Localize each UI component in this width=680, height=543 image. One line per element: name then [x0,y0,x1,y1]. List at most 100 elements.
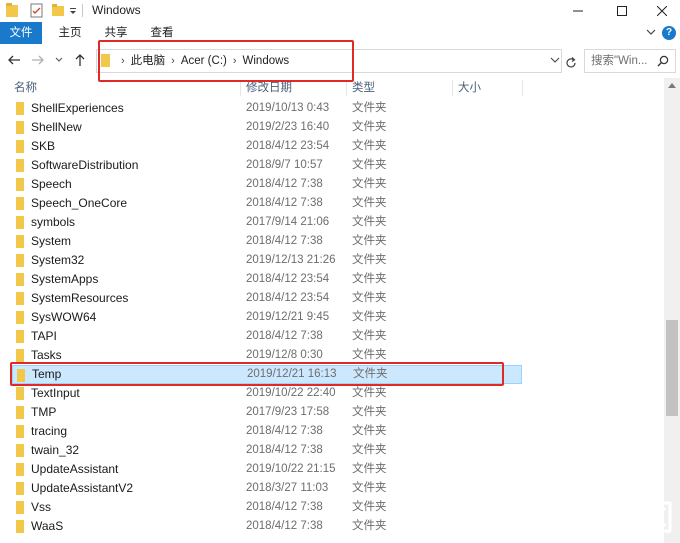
list-item[interactable]: Vss 2018/4/12 7:38 文件夹 [12,498,522,517]
file-date: 2019/10/13 0:43 [246,102,330,114]
column-type[interactable]: 类型 [352,78,375,98]
help-icon[interactable]: ? [662,26,676,40]
file-type: 文件夹 [352,121,387,133]
folder-icon [16,311,24,324]
folder-icon [16,330,24,343]
close-button[interactable] [644,0,680,22]
up-arrow-icon[interactable] [72,52,88,68]
breadcrumb-this-pc[interactable]: 此电脑 [131,50,166,72]
list-item[interactable]: symbols 2017/9/14 21:06 文件夹 [12,213,522,232]
file-name: Vss [31,500,52,514]
column-divider[interactable] [522,80,523,96]
file-type: 文件夹 [352,159,387,171]
folder-icon [16,425,24,438]
tab-file[interactable]: 文件 [0,22,42,44]
file-name: Speech_OneCore [31,196,128,210]
tab-home[interactable]: 主页 [52,22,88,44]
file-type: 文件夹 [352,102,387,114]
list-item[interactable]: WaaS 2018/4/12 7:38 文件夹 [12,517,522,536]
file-name: SoftwareDistribution [31,158,139,172]
list-item[interactable]: tracing 2018/4/12 7:38 文件夹 [12,422,522,441]
column-date[interactable]: 修改日期 [246,78,292,98]
file-name: TMP [31,405,57,419]
recent-locations-icon[interactable] [54,52,64,68]
list-item[interactable]: ShellExperiences 2019/10/13 0:43 文件夹 [12,99,522,118]
search-input[interactable]: 搜索"Win... [584,49,676,73]
back-arrow-icon[interactable] [6,52,22,68]
scrollbar-thumb[interactable] [666,320,678,416]
folder-icon [17,369,25,382]
column-size[interactable]: 大小 [458,78,481,98]
list-item[interactable]: ShellNew 2019/2/23 16:40 文件夹 [12,118,522,137]
file-date: 2018/4/12 7:38 [246,444,323,456]
file-type: 文件夹 [352,482,387,494]
list-item[interactable]: System32 2019/12/13 21:26 文件夹 [12,251,522,270]
expand-ribbon-icon[interactable] [644,25,658,39]
list-item-selected[interactable]: Temp 2019/12/21 16:13 文件夹 [12,365,522,384]
file-type: 文件夹 [352,444,387,456]
chevron-right-icon[interactable]: › [233,50,237,72]
file-date: 2018/4/12 23:54 [246,292,330,304]
close-icon [657,6,667,16]
file-name: ShellNew [31,120,82,134]
file-name: TextInput [31,386,80,400]
file-type: 文件夹 [352,501,387,513]
file-date: 2019/10/22 22:40 [246,387,336,399]
refresh-icon[interactable] [564,56,578,70]
list-item[interactable]: TMP 2017/9/23 17:58 文件夹 [12,403,522,422]
folder-icon [16,121,24,134]
tab-share[interactable]: 共享 [98,22,134,44]
chevron-right-icon[interactable]: › [171,50,175,72]
search-icon [657,55,669,67]
file-name: Tasks [31,348,62,362]
column-divider[interactable] [452,80,453,96]
file-type: 文件夹 [353,368,388,380]
list-item[interactable]: System 2018/4/12 7:38 文件夹 [12,232,522,251]
list-item[interactable]: TextInput 2019/10/22 22:40 文件夹 [12,384,522,403]
file-name: System [31,234,72,248]
scroll-up-icon[interactable] [668,82,676,88]
file-type: 文件夹 [352,140,387,152]
column-divider[interactable] [346,80,347,96]
watermark-glyph [542,500,573,534]
list-item[interactable]: SystemResources 2018/4/12 23:54 文件夹 [12,289,522,308]
list-item[interactable]: SysWOW64 2019/12/21 9:45 文件夹 [12,308,522,327]
file-name: UpdateAssistantV2 [31,481,134,495]
address-dropdown-icon[interactable] [550,55,560,65]
list-item[interactable]: TAPI 2018/4/12 7:38 文件夹 [12,327,522,346]
list-item[interactable]: Speech 2018/4/12 7:38 文件夹 [12,175,522,194]
list-item[interactable]: SystemApps 2018/4/12 23:54 文件夹 [12,270,522,289]
properties-icon[interactable] [30,3,43,18]
folder-icon [16,235,24,248]
list-item[interactable]: UpdateAssistantV2 2018/3/27 11:03 文件夹 [12,479,522,498]
list-item[interactable]: SoftwareDistribution 2018/9/7 10:57 文件夹 [12,156,522,175]
file-date: 2019/12/8 0:30 [246,349,323,361]
list-item[interactable]: Tasks 2019/12/8 0:30 文件夹 [12,346,522,365]
breadcrumb-windows[interactable]: Windows [243,50,290,72]
file-type: 文件夹 [352,463,387,475]
column-name[interactable]: 名称 [14,78,37,98]
tab-view[interactable]: 查看 [144,22,180,44]
new-folder-icon[interactable] [52,3,64,17]
maximize-button[interactable] [600,0,644,22]
list-item[interactable]: UpdateAssistant 2019/10/22 21:15 文件夹 [12,460,522,479]
file-date: 2018/4/12 23:54 [246,140,330,152]
list-item[interactable]: SKB 2018/4/12 23:54 文件夹 [12,137,522,156]
breadcrumb-drive[interactable]: Acer (C:) [181,50,227,72]
address-bar[interactable]: › 此电脑 › Acer (C:) › Windows [96,49,562,73]
customize-toolbar-icon[interactable] [68,3,78,19]
vertical-scrollbar[interactable] [664,78,680,543]
navigation-bar: › 此电脑 › Acer (C:) › Windows 搜索"Win... [0,44,680,76]
minimize-button[interactable] [556,0,600,22]
file-date: 2019/2/23 16:40 [246,121,330,133]
chevron-right-icon[interactable]: › [121,50,125,72]
list-item[interactable]: twain_32 2018/4/12 7:38 文件夹 [12,441,522,460]
folder-icon [16,292,24,305]
folder-icon [16,520,24,533]
file-name: WaaS [31,519,64,533]
list-item[interactable]: Speech_OneCore 2018/4/12 7:38 文件夹 [12,194,522,213]
column-divider[interactable] [240,80,241,96]
column-headers: 名称 修改日期 类型 大小 [0,78,664,98]
file-name: tracing [31,424,68,438]
forward-arrow-icon[interactable] [30,52,46,68]
